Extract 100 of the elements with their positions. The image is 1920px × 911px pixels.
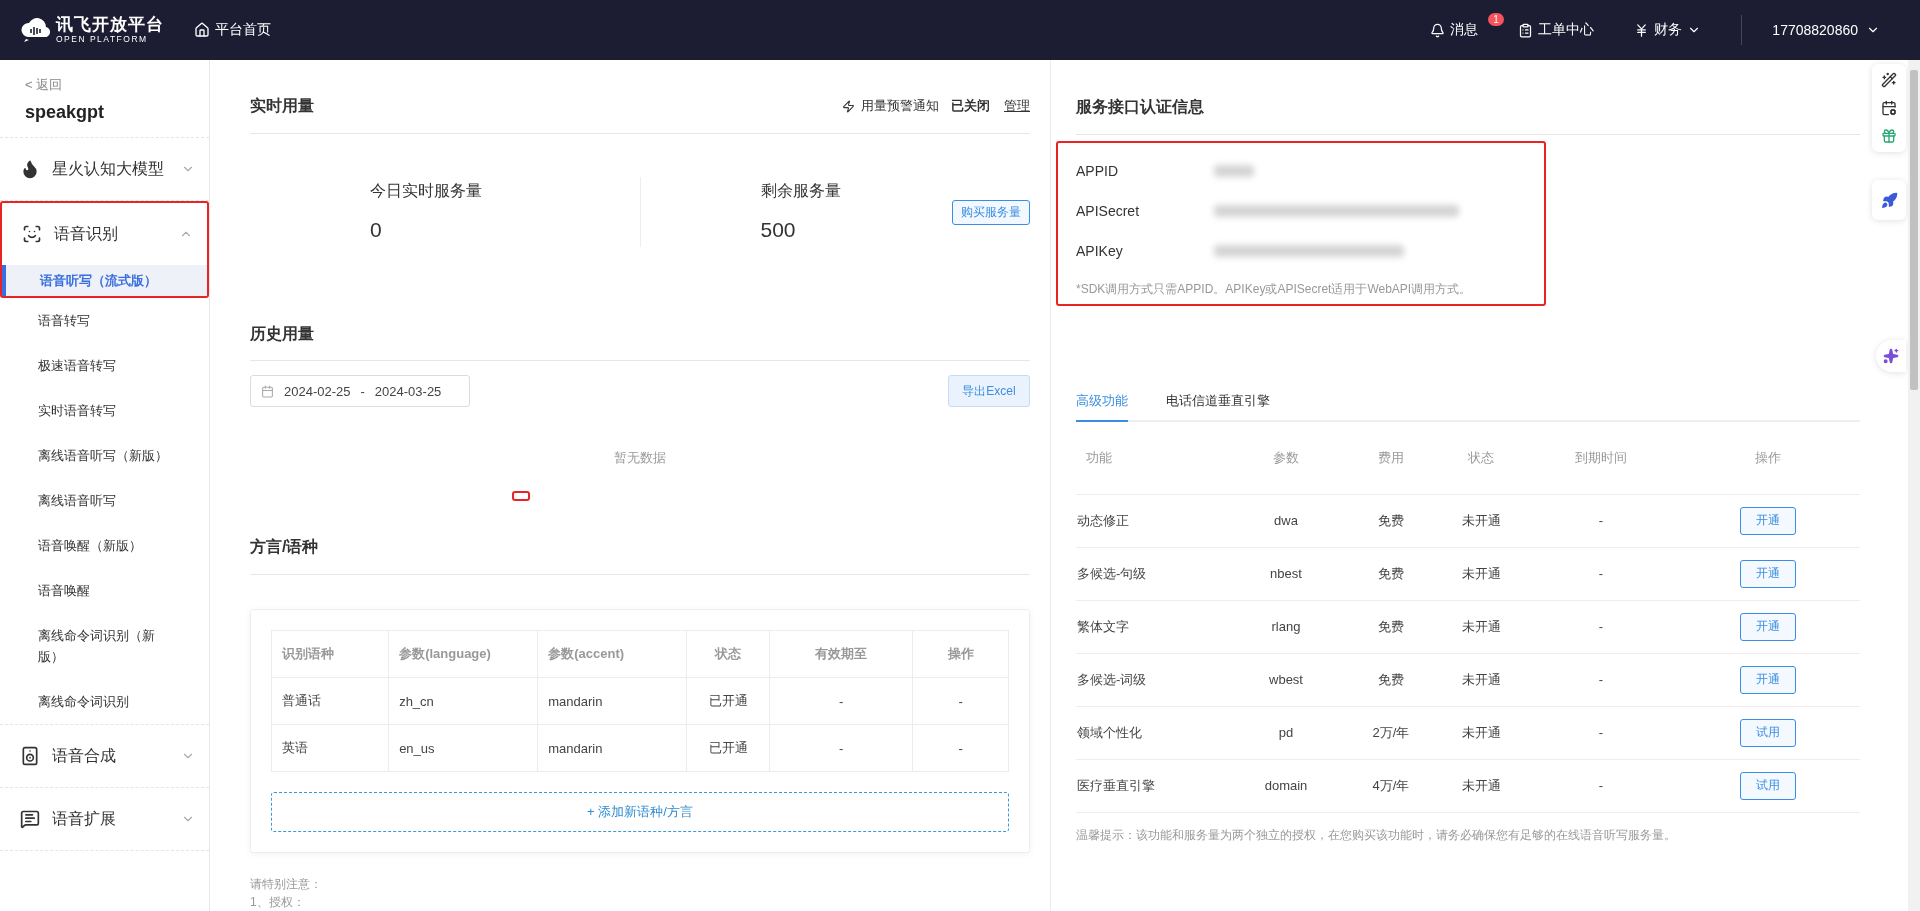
menu-group[interactable]: 语音识别: [2, 203, 207, 265]
highlight-frame: [512, 491, 530, 502]
logo-icon: [20, 17, 50, 43]
menu-group[interactable]: 星火认知大模型: [0, 138, 209, 200]
tab[interactable]: 高级功能: [1076, 392, 1128, 422]
table-cell: 免费: [1346, 494, 1436, 547]
table-cell: zh_cn: [388, 677, 538, 725]
table-cell: 领域个性化: [1076, 706, 1226, 759]
date-range-field[interactable]: 2024-02-25 - 2024-03-25: [250, 375, 470, 408]
rocket-button[interactable]: [1872, 180, 1906, 220]
magic-wand-icon[interactable]: [1881, 72, 1897, 88]
table-cell: 英语: [271, 724, 389, 772]
menu-item[interactable]: 离线命令词识别（新版）: [0, 613, 209, 679]
table-cell: -: [1526, 653, 1676, 706]
table-cell: pd: [1226, 706, 1346, 759]
menu-group[interactable]: 语音合成: [0, 725, 209, 787]
table-cell: rlang: [1226, 600, 1346, 653]
stat-label: 今日实时服务量: [370, 181, 483, 202]
table-cell: domain: [1226, 759, 1346, 812]
table-cell: 繁体文字: [1076, 600, 1226, 653]
nav-link[interactable]: 财务: [1634, 21, 1702, 39]
action-button[interactable]: 开通: [1740, 665, 1796, 694]
section-title: 历史用量: [250, 323, 315, 344]
column-header: 操作: [912, 630, 1009, 678]
column-header: 参数(language): [388, 630, 538, 678]
table-cell: wbest: [1226, 653, 1346, 706]
table-cell: 已开通: [686, 677, 770, 725]
alert-icon: [842, 99, 855, 113]
action-button[interactable]: 开通: [1740, 506, 1796, 535]
column-header: 操作: [1676, 422, 1860, 494]
table-cell: 未开通: [1436, 759, 1526, 812]
menu-item[interactable]: 语音转写: [0, 298, 209, 343]
menu-group[interactable]: 语音扩展: [0, 788, 209, 850]
table-cell: 未开通: [1436, 653, 1526, 706]
logo-subtitle: OPEN PLATFORM: [56, 35, 149, 44]
table-cell: dwa: [1226, 494, 1346, 547]
table-cell: 免费: [1346, 547, 1436, 600]
add-language-button[interactable]: + 添加新语种/方言: [271, 792, 1009, 832]
home-link[interactable]: 平台首页: [194, 21, 271, 39]
nav-link[interactable]: 工单中心: [1518, 21, 1595, 39]
credential-label: APISecret: [1076, 203, 1141, 219]
table-cell: 未开通: [1436, 600, 1526, 653]
alert-status: 已关闭: [951, 97, 990, 116]
table-cell: 已开通: [686, 724, 770, 772]
menu-item[interactable]: 离线语音听写: [0, 478, 209, 523]
column-header: 识别语种: [271, 630, 389, 678]
table-cell: mandarin: [537, 677, 687, 725]
user-menu[interactable]: 17708820860: [1772, 22, 1880, 38]
menu-item[interactable]: 离线命令词识别: [0, 679, 209, 724]
table-cell: -: [1526, 600, 1676, 653]
gift-icon[interactable]: [1881, 128, 1897, 144]
stat-label: 剩余服务量: [760, 181, 842, 202]
column-header: 有效期至: [769, 630, 913, 678]
table-cell: -: [912, 677, 1009, 725]
notification-badge: 1: [1488, 13, 1504, 26]
tip-text: 温馨提示：该功能和服务量为两个独立的授权，在您购买该功能时，请务必确保您有足够的在线语音听写服务量。: [1076, 826, 1677, 844]
table-cell: 多候选-句级: [1076, 547, 1226, 600]
column-header: 参数: [1226, 422, 1346, 494]
table-cell: -: [1526, 759, 1676, 812]
manage-link[interactable]: 管理: [1004, 97, 1030, 116]
menu-item[interactable]: 极速语音转写: [0, 343, 209, 388]
table-cell: -: [912, 724, 1009, 772]
sparkle-button[interactable]: [1876, 340, 1906, 372]
table-cell: 未开通: [1436, 494, 1526, 547]
table-cell: 未开通: [1436, 706, 1526, 759]
logo-title: 讯飞开放平台: [56, 16, 164, 34]
table-cell: 2万/年: [1346, 706, 1436, 759]
menu-item[interactable]: 语音听写（流式版）: [2, 265, 207, 296]
calendar-icon: [261, 384, 274, 398]
stat-value: 500: [760, 218, 797, 243]
table-cell: -: [769, 724, 913, 772]
note-text: 1、授权：: [250, 894, 306, 911]
table-cell: 医疗垂直引擎: [1076, 759, 1226, 812]
action-button[interactable]: 开通: [1740, 612, 1796, 641]
calendar-icon[interactable]: [1881, 100, 1897, 116]
table-cell: 动态修正: [1076, 494, 1226, 547]
table-cell: 普通话: [271, 677, 389, 725]
table-cell: mandarin: [537, 724, 687, 772]
menu-item[interactable]: 实时语音转写: [0, 388, 209, 433]
bell-icon: [1430, 22, 1446, 38]
menu-item[interactable]: 离线语音听写（新版）: [0, 433, 209, 478]
credential-note: *SDK调用方式只需APPID。APIKey或APISecret适用于WebAPI调用方式。: [1076, 281, 1473, 298]
column-header: 费用: [1346, 422, 1436, 494]
credential-label: APIKey: [1076, 243, 1124, 259]
alert-label: 用量预警通知: [861, 97, 939, 116]
empty-message: 暂无数据: [613, 449, 667, 468]
menu-item[interactable]: 语音唤醒（新版）: [0, 523, 209, 568]
tab[interactable]: 电话信道垂直引擎: [1166, 392, 1270, 422]
menu-item[interactable]: 语音唤醒: [0, 568, 209, 613]
app-name: speakgpt: [0, 94, 209, 138]
column-header: 状态: [686, 630, 770, 678]
action-button[interactable]: 开通: [1740, 559, 1796, 588]
column-header: 功能: [1076, 422, 1226, 494]
speech-icon: [20, 809, 40, 829]
back-link[interactable]: < 返回: [0, 60, 209, 94]
table-cell: -: [1526, 547, 1676, 600]
table-cell: -: [1526, 706, 1676, 759]
table-cell: en_us: [388, 724, 538, 772]
section-title: 实时用量: [250, 95, 315, 116]
section-title: 方言/语种: [250, 537, 320, 558]
